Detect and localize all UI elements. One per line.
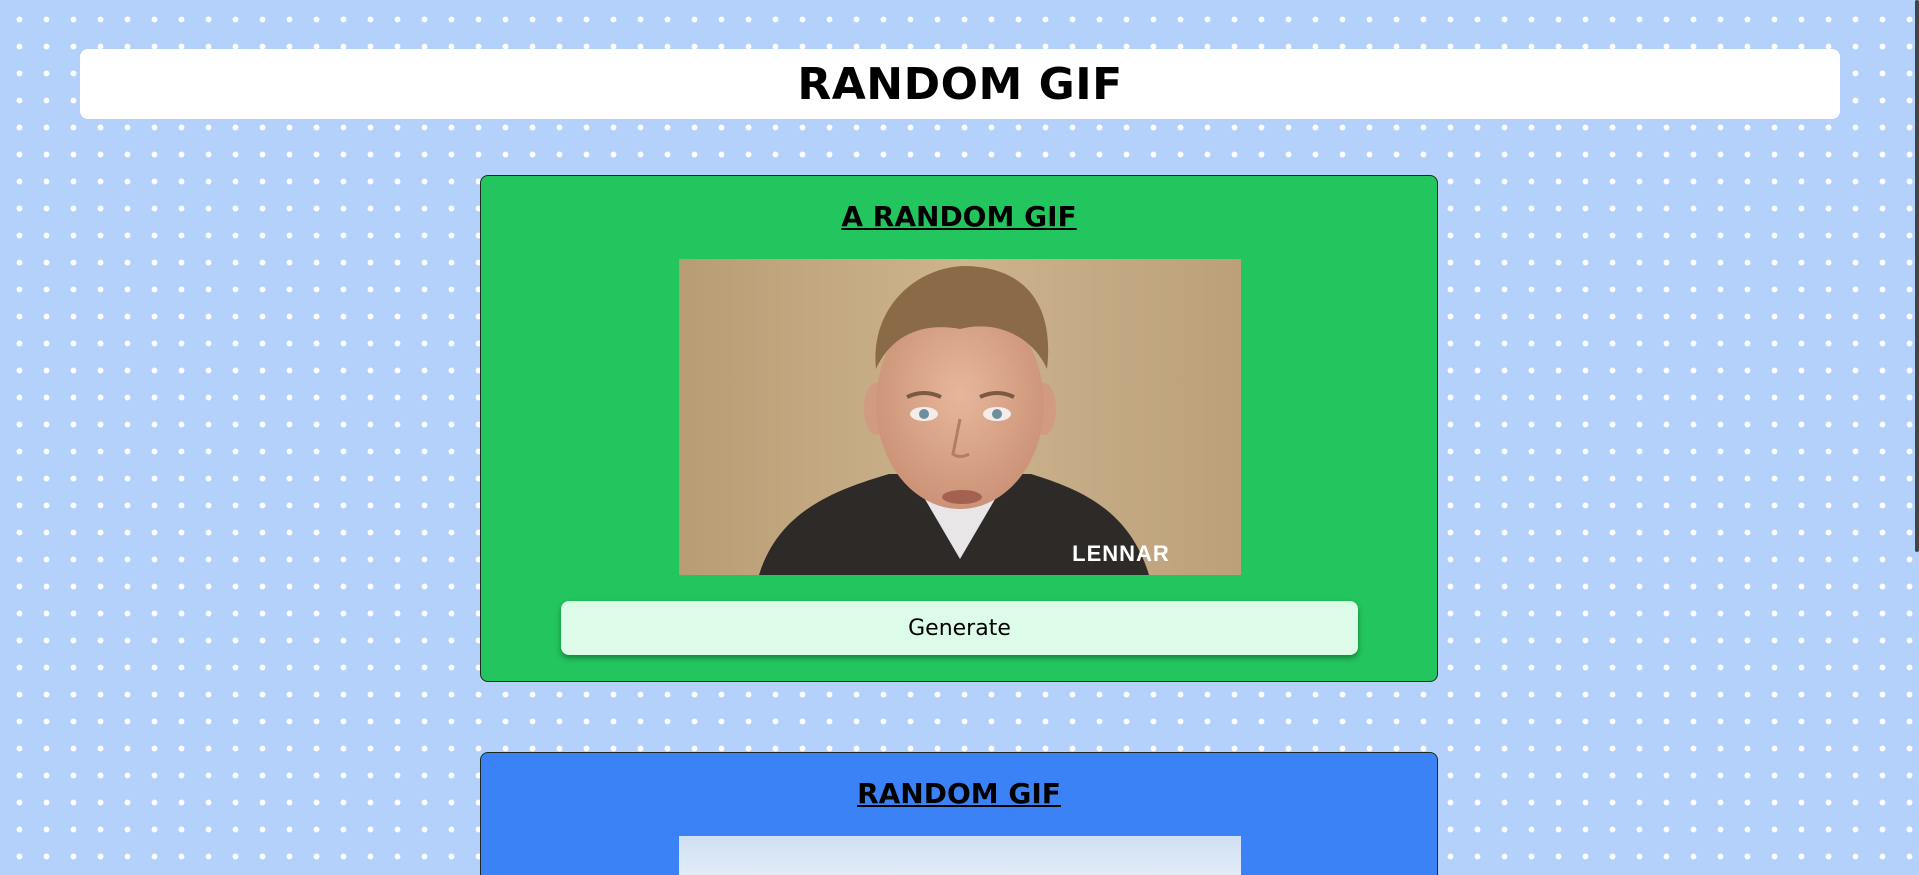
card-title: A RANDOM GIF [841, 200, 1077, 233]
page-title: RANDOM GIF [797, 58, 1123, 110]
gif-image: LENNAR [679, 259, 1241, 575]
scrollbar[interactable] [1915, 0, 1919, 552]
random-gif-card: A RANDOM GIF LENNAR Generate [480, 175, 1438, 682]
gif-watermark: LENNAR [1072, 541, 1170, 566]
random-gif-card-2: RANDOM GIF [480, 752, 1438, 875]
card-title-2: RANDOM GIF [857, 777, 1061, 810]
gif-image-2 [679, 836, 1241, 875]
page-header: RANDOM GIF [80, 49, 1840, 119]
generate-button[interactable]: Generate [561, 601, 1358, 655]
